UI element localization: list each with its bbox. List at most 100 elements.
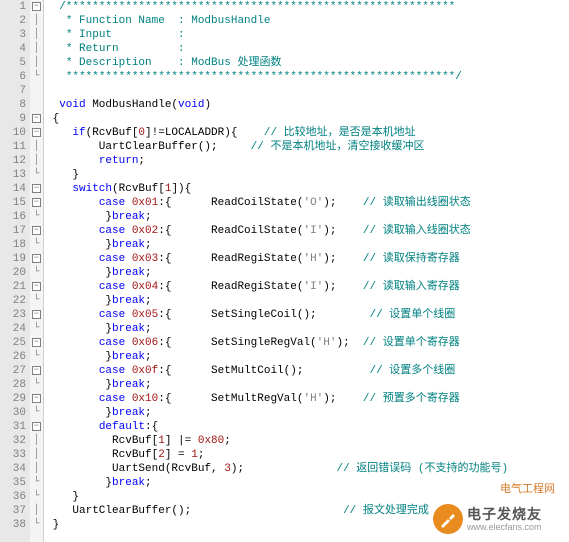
code-line[interactable]: * Description : ModBus 处理函数 [46, 56, 569, 70]
code-line[interactable]: }break; [46, 406, 569, 420]
line-number: 18 [0, 238, 26, 252]
line-number: 29 [0, 392, 26, 406]
fold-marker: └ [30, 378, 43, 392]
code-line[interactable]: void ModbusHandle(void) [46, 98, 569, 112]
code-line[interactable]: }break; [46, 476, 569, 490]
code-line[interactable]: }break; [46, 350, 569, 364]
code-line[interactable]: ****************************************… [46, 70, 569, 84]
fold-marker: │ [30, 56, 43, 70]
fold-marker[interactable]: − [30, 336, 43, 350]
line-number: 11 [0, 140, 26, 154]
code-line[interactable]: }break; [46, 322, 569, 336]
code-line[interactable]: if(RcvBuf[0]!=LOCALADDR){ // 比较地址，是否是本机地… [46, 126, 569, 140]
fold-marker[interactable]: − [30, 224, 43, 238]
fold-marker: └ [30, 70, 43, 84]
code-line[interactable]: switch(RcvBuf[1]){ [46, 182, 569, 196]
fold-marker: └ [30, 168, 43, 182]
code-line[interactable]: { [46, 112, 569, 126]
code-line[interactable]: case 0x06:{ SetSingleRegVal('H'); // 设置单… [46, 336, 569, 350]
fold-marker: └ [30, 210, 43, 224]
fold-marker: │ [30, 462, 43, 476]
fold-marker[interactable]: − [30, 364, 43, 378]
code-editor: 1234567891011121314151617181920212223242… [0, 0, 569, 542]
code-line[interactable]: } [46, 168, 569, 182]
code-line[interactable]: RcvBuf[1] |= 0x80; [46, 434, 569, 448]
line-number: 6 [0, 70, 26, 84]
fold-marker: │ [30, 154, 43, 168]
line-number: 25 [0, 336, 26, 350]
code-line[interactable]: UartSend(RcvBuf, 3); // 返回错误码 (不支持的功能号) [46, 462, 569, 476]
line-number: 15 [0, 196, 26, 210]
line-number: 24 [0, 322, 26, 336]
fold-marker [30, 84, 43, 98]
fold-marker[interactable]: − [30, 280, 43, 294]
code-line[interactable]: case 0x0f:{ SetMultCoil(); // 设置多个线圈 [46, 364, 569, 378]
code-line[interactable]: RcvBuf[2] = 1; [46, 448, 569, 462]
line-number: 8 [0, 98, 26, 112]
code-line[interactable]: /***************************************… [46, 0, 569, 14]
line-number: 37 [0, 504, 26, 518]
code-line[interactable]: }break; [46, 210, 569, 224]
line-number: 21 [0, 280, 26, 294]
fold-marker[interactable]: − [30, 252, 43, 266]
line-number: 1 [0, 0, 26, 14]
line-number: 31 [0, 420, 26, 434]
fold-marker[interactable]: − [30, 112, 43, 126]
watermark-logo-title: 电子发烧友 [467, 504, 542, 524]
fold-marker: └ [30, 294, 43, 308]
code-line[interactable]: * Function Name : ModbusHandle [46, 14, 569, 28]
code-line[interactable]: case 0x10:{ SetMultRegVal('H'); // 预置多个寄… [46, 392, 569, 406]
line-number: 12 [0, 154, 26, 168]
code-line[interactable]: }break; [46, 378, 569, 392]
fold-marker: │ [30, 434, 43, 448]
fold-marker[interactable]: − [30, 392, 43, 406]
code-line[interactable]: }break; [46, 294, 569, 308]
fold-marker[interactable]: − [30, 126, 43, 140]
fold-marker: │ [30, 42, 43, 56]
line-number: 20 [0, 266, 26, 280]
fold-marker: └ [30, 490, 43, 504]
code-line[interactable]: * Input : [46, 28, 569, 42]
line-number: 30 [0, 406, 26, 420]
line-number: 26 [0, 350, 26, 364]
fold-marker [30, 98, 43, 112]
line-number: 3 [0, 28, 26, 42]
fold-marker[interactable]: − [30, 196, 43, 210]
fold-marker: └ [30, 350, 43, 364]
code-line[interactable]: * Return : [46, 42, 569, 56]
screwdriver-icon [433, 504, 463, 534]
code-line[interactable]: UartClearBuffer(); // 不是本机地址，清空接收缓冲区 [46, 140, 569, 154]
code-line[interactable]: case 0x01:{ ReadCoilState('O'); // 读取输出线… [46, 196, 569, 210]
fold-marker[interactable]: − [30, 182, 43, 196]
code-line[interactable]: } [46, 490, 569, 504]
line-number: 38 [0, 518, 26, 532]
code-line[interactable]: case 0x02:{ ReadCoilState('I'); // 读取输入线… [46, 224, 569, 238]
code-line[interactable]: case 0x05:{ SetSingleCoil(); // 设置单个线圈 [46, 308, 569, 322]
fold-marker: └ [30, 518, 43, 532]
code-line[interactable]: case 0x04:{ ReadRegiState('I'); // 读取输入寄… [46, 280, 569, 294]
line-number-gutter: 1234567891011121314151617181920212223242… [0, 0, 30, 542]
fold-marker[interactable]: − [30, 308, 43, 322]
line-number: 19 [0, 252, 26, 266]
line-number: 32 [0, 434, 26, 448]
fold-marker: └ [30, 406, 43, 420]
code-area[interactable]: /***************************************… [44, 0, 569, 542]
code-line[interactable]: }break; [46, 266, 569, 280]
code-line[interactable]: }break; [46, 238, 569, 252]
line-number: 5 [0, 56, 26, 70]
line-number: 22 [0, 294, 26, 308]
fold-marker[interactable]: − [30, 0, 43, 14]
fold-marker: │ [30, 14, 43, 28]
code-line[interactable]: case 0x03:{ ReadRegiState('H'); // 读取保持寄… [46, 252, 569, 266]
code-line[interactable]: default:{ [46, 420, 569, 434]
fold-marker: └ [30, 266, 43, 280]
code-line[interactable] [46, 84, 569, 98]
code-line[interactable]: return; [46, 154, 569, 168]
line-number: 33 [0, 448, 26, 462]
line-number: 10 [0, 126, 26, 140]
line-number: 2 [0, 14, 26, 28]
line-number: 13 [0, 168, 26, 182]
fold-marker: │ [30, 448, 43, 462]
fold-marker[interactable]: − [30, 420, 43, 434]
watermark-logo-url: www.elecfans.com [467, 522, 542, 532]
